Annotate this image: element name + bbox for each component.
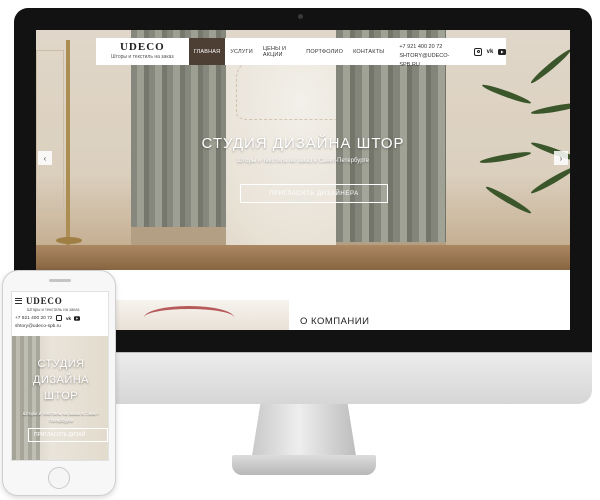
mobile-hero-title-line: ДИЗАЙНА [32, 374, 90, 386]
about-heading: О КОМПАНИИ [300, 316, 370, 327]
mobile-email[interactable]: shtory@udeco-spb.ru [15, 324, 107, 329]
header-contacts: +7 921 400 20 72 SHTORY@UDECO-SPB.RU [399, 38, 466, 68]
logo[interactable]: UDECO [96, 41, 189, 53]
about-section: О КОМПАНИИ [36, 270, 570, 330]
site-header: UDECO Шторы и текстиль на заказ ГЛАВНАЯ … [96, 38, 506, 68]
phone-device: UDECO Шторы и текстиль на заказ +7 921 4… [2, 270, 116, 496]
desktop-screen: UDECO Шторы и текстиль на заказ ГЛАВНАЯ … [36, 30, 570, 330]
mobile-invite-designer-button[interactable]: ПРИГЛАСИТЬ ДИЗАЙ [28, 428, 108, 442]
mobile-hero-title: СТУДИЯ ДИЗАЙНА ШТОР [12, 356, 108, 404]
youtube-icon[interactable] [498, 48, 506, 56]
about-image [114, 300, 289, 330]
device-mockup: UDECO Шторы и текстиль на заказ ГЛАВНАЯ … [0, 0, 600, 500]
mobile-logo[interactable]: UDECO [26, 296, 63, 306]
mobile-hero-title-line: ШТОР [43, 390, 79, 402]
mobile-screen: UDECO Шторы и текстиль на заказ +7 921 4… [11, 291, 109, 461]
nav-item-home[interactable]: ГЛАВНАЯ [188, 38, 226, 65]
hero-subtitle: Шторы и текстиль на заказ в Санкт-Петерб… [237, 158, 369, 164]
nav-item-prices[interactable]: ЦЕНЫ И АКЦИИ [258, 38, 301, 65]
mobile-hero-title-line: СТУДИЯ [37, 358, 85, 370]
menu-icon[interactable] [15, 298, 22, 304]
instagram-icon[interactable] [474, 47, 482, 56]
mobile-phone[interactable]: +7 921 400 20 72 [15, 316, 52, 321]
hero-section: UDECO Шторы и текстиль на заказ ГЛАВНАЯ … [36, 30, 570, 270]
mobile-hero-subtitle: Шторы и текстиль на заказ в Санкт-Петерб… [22, 411, 100, 423]
speaker-icon [49, 279, 71, 282]
mobile-social-links: vk [56, 315, 81, 321]
youtube-icon[interactable] [74, 315, 81, 321]
nav-item-portfolio[interactable]: ПОРТФОЛИО [301, 38, 348, 65]
hero-title: СТУДИЯ ДИЗАЙНА ШТОР [201, 135, 405, 152]
invite-designer-button[interactable]: ПРИГЛАСИТЬ ДИЗАЙНЕРА [240, 184, 388, 203]
main-nav: ГЛАВНАЯ УСЛУГИ ЦЕНЫ И АКЦИИ ПОРТФОЛИО КО… [188, 38, 390, 65]
camera-icon [298, 14, 303, 19]
imac-stand-foot [232, 455, 376, 475]
imac-stand-neck [252, 404, 356, 456]
tagline: Шторы и текстиль на заказ [111, 54, 174, 60]
nav-item-contacts[interactable]: КОНТАКТЫ [348, 38, 389, 65]
instagram-icon[interactable] [56, 315, 63, 321]
header-phone[interactable]: +7 921 400 20 72 [399, 43, 466, 52]
social-links: vk [474, 38, 506, 65]
header-email[interactable]: SHTORY@UDECO-SPB.RU [399, 52, 466, 70]
mobile-header: UDECO Шторы и текстиль на заказ +7 921 4… [12, 292, 108, 336]
mobile-hero: СТУДИЯ ДИЗАЙНА ШТОР Шторы и текстиль на … [12, 336, 108, 460]
mobile-tagline: Шторы и текстиль на заказ [27, 307, 80, 312]
logo-block[interactable]: UDECO Шторы и текстиль на заказ [96, 38, 189, 65]
vk-icon[interactable]: vk [486, 48, 494, 56]
nav-item-services[interactable]: УСЛУГИ [225, 38, 258, 65]
home-button [48, 467, 70, 489]
vk-icon[interactable]: vk [65, 315, 71, 321]
